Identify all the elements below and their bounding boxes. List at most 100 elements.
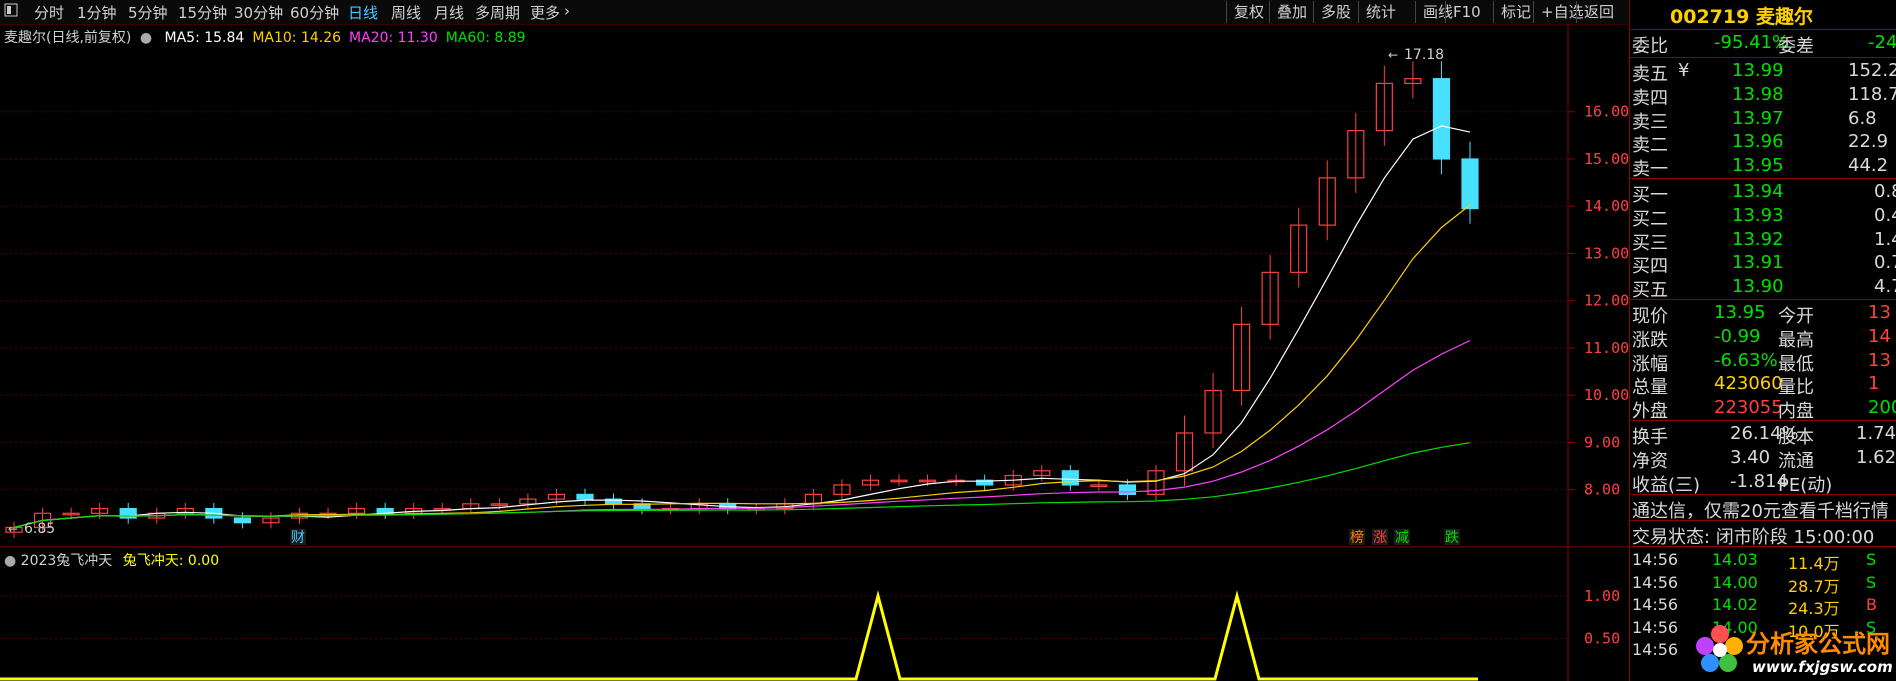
period-tab[interactable]: 1分钟 <box>77 2 117 23</box>
quote-cell: 13.95 <box>1714 302 1766 323</box>
quote-cell: -0.99 <box>1714 325 1761 347</box>
chevron-right-icon[interactable]: › <box>564 2 570 20</box>
high-price-label: 17.18 <box>1404 47 1444 63</box>
sell-level-row: 卖四 13.98 118.7 <box>1630 83 1896 109</box>
toolbar-button[interactable]: 复权 <box>1226 1 1271 23</box>
quote-cell: 卖四 <box>1632 87 1668 109</box>
stock-name: 麦趣尔 <box>1755 6 1813 28</box>
quote-cell: 13.98 <box>1732 83 1784 105</box>
indicator-title-bar: ● 2023兔飞冲天 兔飞冲天: 0.00 <box>4 550 219 570</box>
quote-cell: 今开 <box>1778 306 1814 327</box>
quote-cell: 最高 <box>1778 329 1814 351</box>
price-tick-label: 16.00 <box>1584 103 1628 121</box>
event-marker: 涨 <box>1373 530 1387 546</box>
quote-cell: 4.7 <box>1874 276 1896 298</box>
quote-cell: 13.91 <box>1732 252 1784 274</box>
stock-header: 002719 麦趣尔 <box>1670 2 1813 29</box>
quote-cell: 卖二 <box>1632 135 1668 157</box>
sell-level-row: 卖三 13.97 6.8 <box>1630 107 1896 133</box>
quote-cell: 11.4万 <box>1788 554 1840 573</box>
stat-row: 收益(三) -1.814 PE(动) <box>1630 471 1896 496</box>
kline-chart[interactable]: 16.00 15.00 14.00 13.00 12.00 11.00 10.00 9.00 8… <box>0 24 1628 681</box>
indicator-line <box>0 590 1478 681</box>
divider <box>1630 494 1896 495</box>
quote-cell: 14:56 <box>1632 595 1679 614</box>
period-tab[interactable]: 5分钟 <box>128 2 168 23</box>
quote-cell: 13.99 <box>1732 60 1784 81</box>
stat-row: 换手 26.14% 股本 1.74 <box>1630 423 1896 448</box>
quote-cell: 14.00 <box>1712 572 1758 592</box>
period-tab[interactable]: 15分钟 <box>178 2 227 23</box>
period-tab[interactable]: 更多 <box>530 2 560 23</box>
quote-cell: 14:56 <box>1632 572 1679 592</box>
quote-cell: 13.93 <box>1732 204 1784 226</box>
period-tab[interactable]: 日线 <box>348 2 378 23</box>
quote-cell: 买三 <box>1632 232 1668 254</box>
divider <box>1630 178 1896 179</box>
toolbar-menu-icon[interactable] <box>4 3 18 21</box>
quote-cell: 买二 <box>1632 208 1668 230</box>
indicator-settings-icon[interactable]: ● <box>4 553 16 569</box>
price-tick-label: 14.00 <box>1584 197 1628 215</box>
quote-cell: 14 <box>1868 325 1891 347</box>
quote-cell: 买一 <box>1632 185 1668 206</box>
ma-line <box>13 125 1471 529</box>
quote-cell: 换手 <box>1632 427 1668 448</box>
candle-body <box>1061 470 1079 486</box>
event-marker: 减 <box>1395 530 1409 546</box>
watermark-logo: 分析家公式网 www.fxjgsw.com <box>1690 618 1896 681</box>
buy-level-row: 买五13.904.7 <box>1630 276 1896 301</box>
divider <box>1630 299 1896 300</box>
quote-cell: 13.97 <box>1732 107 1784 129</box>
quote-cell: 卖五 <box>1632 64 1668 85</box>
buy-level-row: 买二 13.93 0.4 <box>1630 204 1896 230</box>
flower-logo-icon <box>1696 625 1743 672</box>
quote-cell: ¥ <box>1678 60 1690 81</box>
quote-cell: 买四 <box>1632 256 1668 278</box>
quote-cell: -24 <box>1868 32 1896 53</box>
quote-cell: 44.2 <box>1848 155 1889 177</box>
quote-cell: S <box>1866 550 1877 569</box>
toolbar-button[interactable]: 标记 <box>1493 1 1538 23</box>
toolbar-button[interactable]: 叠加 <box>1269 1 1314 23</box>
period-tab[interactable]: 月线 <box>434 2 464 23</box>
quote-cell: 流通 <box>1778 450 1814 472</box>
quote-cell: 423060 <box>1714 373 1783 395</box>
toolbar-button[interactable]: 多股 <box>1313 1 1358 23</box>
stat-row: 外盘223055内盘2000 <box>1630 397 1896 422</box>
ma-line <box>13 339 1471 529</box>
watermark-url: www.fxjgsw.com <box>1752 658 1893 676</box>
quote-cell: 股本 <box>1778 427 1814 448</box>
candle-body <box>233 517 251 524</box>
arrow-left-icon: ← <box>1388 48 1398 62</box>
period-tab[interactable]: 30分钟 <box>234 2 283 23</box>
toolbar-button[interactable]: F10 <box>1445 1 1488 23</box>
quote-cell: 13 <box>1868 302 1891 323</box>
period-tab[interactable]: 60分钟 <box>290 2 339 23</box>
quote-cell: 152.2 <box>1848 60 1896 81</box>
indicator-value: 兔飞冲天: 0.00 <box>122 553 220 569</box>
candle-body <box>1118 484 1137 495</box>
sell-level-row: 卖五 ¥13.99 152.2 <box>1630 60 1896 85</box>
toolbar-button[interactable]: 统计 <box>1358 1 1403 23</box>
quote-cell: B <box>1866 595 1877 614</box>
buy-level-row: 买一 13.94 0.8 <box>1630 181 1896 206</box>
buy-level-row: 买三 13.92 1.4 <box>1630 229 1896 254</box>
quote-panel: 002719 麦趣尔 委比 -95.41% 委差 -24 卖五 ¥13.99 152.2 卖四 1… <box>1629 0 1896 681</box>
trade-status-row: 交易状态: 闭市阶段 15:00:00 <box>1630 523 1896 548</box>
low-price-label: 6.85 <box>24 521 55 537</box>
period-tab[interactable]: 多周期 <box>475 2 520 23</box>
period-tab[interactable]: 周线 <box>391 2 421 23</box>
quote-cell: 净资 <box>1632 450 1668 472</box>
notice-row: 通达信，仅需20元查看千档行情 <box>1630 497 1896 522</box>
price-tick-label: 11.00 <box>1584 339 1628 357</box>
period-tab[interactable]: 分时 <box>34 2 64 23</box>
sell-level-row: 卖二 13.96 22.9 <box>1630 131 1896 157</box>
quote-cell: 卖三 <box>1632 111 1668 133</box>
indicator-tick-label: 1.00 <box>1584 587 1620 605</box>
quote-cell: 13.90 <box>1732 276 1784 298</box>
toolbar-button[interactable]: 返回 <box>1576 1 1621 23</box>
quote-cell: PE(动) <box>1778 474 1833 496</box>
quote-cell: 14.02 <box>1712 595 1758 614</box>
watermark-title: 分析家公式网 <box>1746 630 1890 658</box>
